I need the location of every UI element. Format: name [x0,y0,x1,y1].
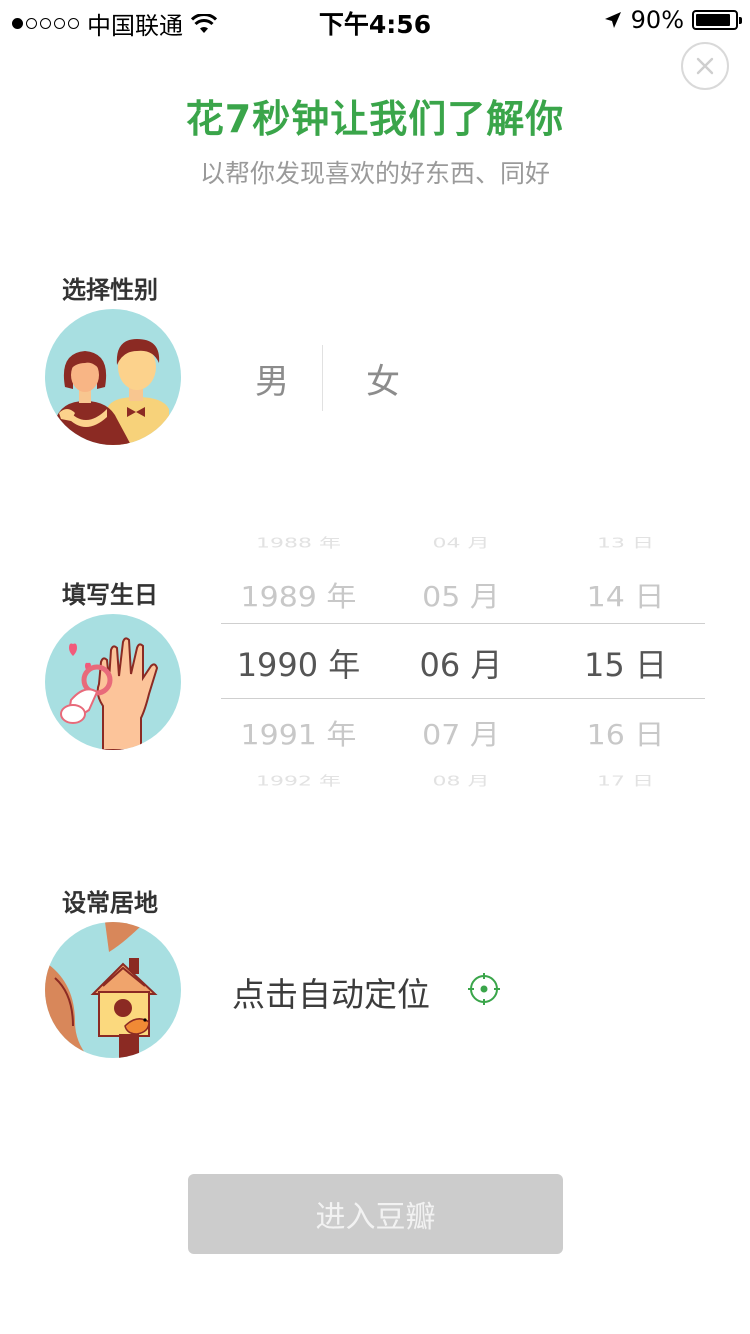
picker-year[interactable]: 1991 年 [221,712,376,752]
picker-year[interactable]: 1988 年 [221,532,376,551]
status-right: 90% [603,6,742,34]
picker-year-selected[interactable]: 1990 年 [221,640,376,686]
close-button[interactable] [681,42,729,90]
gender-option-male[interactable]: 男 [222,354,322,403]
picker-year[interactable]: 1989 年 [221,574,376,614]
birthday-section-label: 填写生日 [62,581,158,609]
gender-section-label: 选择性别 [62,276,158,304]
picker-day-selected[interactable]: 15 日 [546,640,705,686]
picker-month[interactable]: 08 月 [376,770,546,789]
couple-avatar-icon [45,309,181,445]
battery-level [696,14,731,26]
picker-day[interactable]: 14 日 [546,574,705,614]
status-bar: 中国联通 下午4:56 90% [0,0,750,40]
close-icon [696,57,714,75]
page-title: 花7秒钟让我们了解你 [185,97,565,141]
picker-row: 1992 年 08 月 17 日 [221,770,705,789]
picker-row-selected: 1990 年 06 月 15 日 [221,640,705,686]
picker-year[interactable]: 1992 年 [221,770,376,789]
picker-day[interactable]: 16 日 [546,712,705,752]
enter-douban-button[interactable]: 进入豆瓣 [188,1174,563,1254]
birdhouse-avatar-icon [45,922,181,1058]
page-subtitle: 以帮你发现喜欢的好东西、同好 [199,159,550,188]
birthday-picker[interactable]: 1988 年 04 月 13 日 1989 年 05 月 14 日 1990 年… [221,520,705,800]
picker-month[interactable]: 04 月 [376,532,546,551]
battery-icon [692,10,742,30]
battery-percent: 90% [630,6,684,34]
picker-selection-bottom-line [221,698,705,699]
picker-day[interactable]: 17 日 [546,770,705,789]
picker-month-selected[interactable]: 06 月 [376,640,546,686]
picker-day[interactable]: 13 日 [546,532,705,551]
picker-row: 1989 年 05 月 14 日 [221,574,705,614]
gender-selector: 男 女 [222,345,443,411]
picker-selection-top-line [221,623,705,624]
baby-hand-avatar-icon [45,614,181,750]
location-arrow-icon [604,12,621,28]
picker-month[interactable]: 05 月 [376,574,546,614]
picker-row: 1991 年 07 月 16 日 [221,712,705,752]
crosshair-locate-icon[interactable] [467,972,501,1006]
picker-month[interactable]: 07 月 [376,712,546,752]
auto-locate-button[interactable]: 点击自动定位 [232,968,430,1016]
picker-row: 1988 年 04 月 13 日 [221,532,705,551]
location-section-label: 设常居地 [62,889,158,917]
gender-option-female[interactable]: 女 [323,354,443,403]
